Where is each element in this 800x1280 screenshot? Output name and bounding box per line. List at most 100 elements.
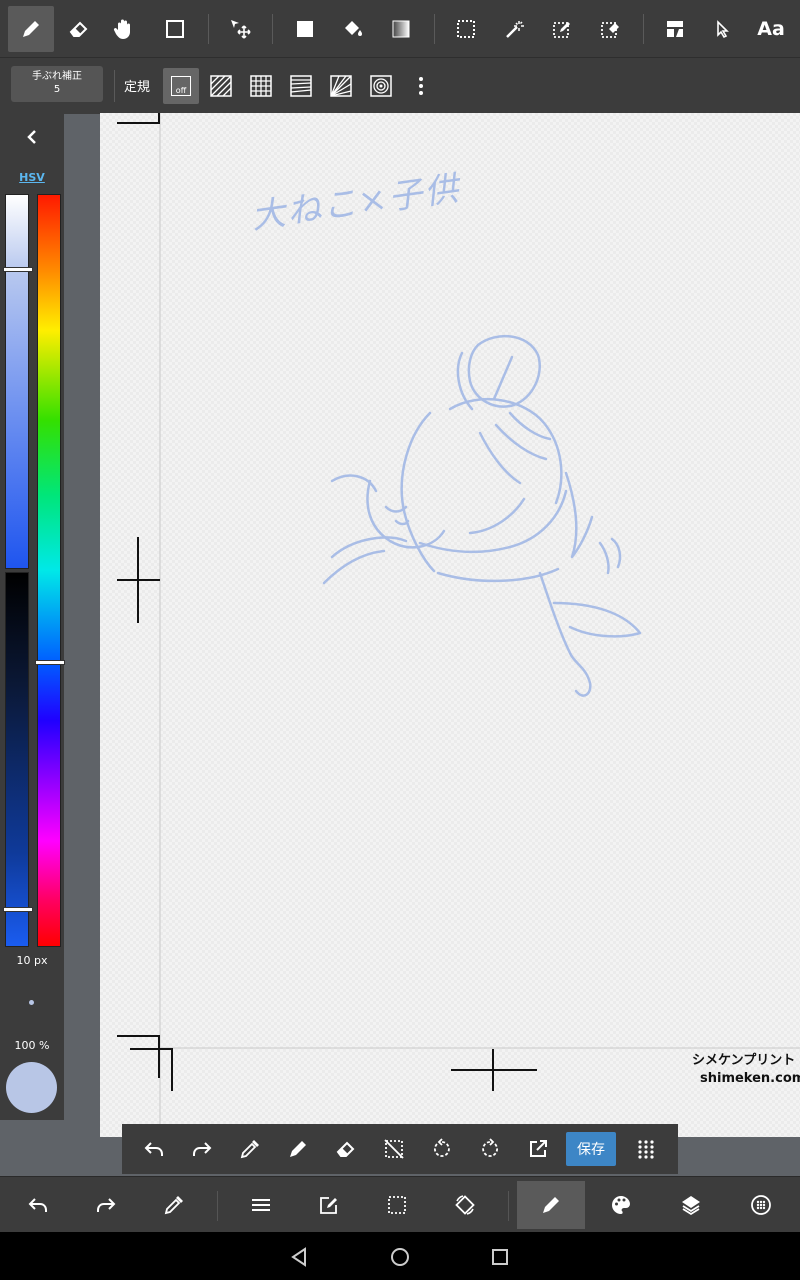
brush-panel-button[interactable] [517,1181,585,1229]
bucket-icon [345,21,362,36]
toolbar-divider [217,1191,218,1221]
eraser-tool-button[interactable] [56,6,102,52]
text-tool-button[interactable]: Aa [748,6,794,52]
ruler-concentric-button[interactable] [363,68,399,104]
rotate-canvas-button[interactable] [441,1181,489,1229]
quick-redo-button[interactable] [182,1129,222,1169]
hue-slider[interactable] [35,194,65,947]
selection-menu-button[interactable] [373,1181,421,1229]
ruler-toolbar: 手ぶれ補正 5 定規 off [0,57,800,114]
bucket-tool-button[interactable] [330,6,376,52]
toolbar-divider [508,1191,509,1221]
brightness-slider[interactable] [3,572,33,947]
layers-button[interactable] [667,1181,715,1229]
menu-icon [252,1199,270,1211]
redo-button[interactable] [82,1181,130,1229]
undo-icon [28,1198,47,1212]
redo-icon [97,1198,116,1212]
color-panel: HSV 10 px 100 % [0,113,65,1120]
operation-tool-button[interactable] [700,6,746,52]
nav-back-button[interactable] [284,1242,314,1272]
quick-pen-button[interactable] [278,1129,318,1169]
current-color-swatch[interactable] [6,1062,57,1113]
more-vert-icon [419,77,423,95]
undo-button[interactable] [14,1181,62,1229]
shape-tool-button[interactable] [152,6,198,52]
pen-icon [23,21,39,37]
top-toolbar: Aa [0,0,800,57]
eyedropper-icon [164,1196,183,1215]
main-menu-button[interactable] [237,1181,285,1229]
ruler-perspective-button[interactable] [283,68,319,104]
quick-bar-settings-button[interactable] [626,1129,666,1169]
color-palette-button[interactable] [597,1181,645,1229]
magic-wand-icon [506,21,524,38]
ruler-parallel-button[interactable] [203,68,239,104]
android-nav-bar [0,1232,800,1280]
quick-rotate-left-button[interactable] [422,1129,462,1169]
eraser-icon [336,1141,355,1157]
move-tool-button[interactable] [217,6,263,52]
nav-home-button[interactable] [385,1242,415,1272]
gradient-tool-button[interactable] [378,6,424,52]
edit-menu-button[interactable] [305,1181,353,1229]
brightness-handle[interactable] [3,907,33,912]
select-rect-icon [457,20,475,38]
rotate-left-icon [434,1138,450,1157]
material-button[interactable] [737,1181,785,1229]
quick-undo-button[interactable] [134,1129,174,1169]
move-icon [231,20,251,39]
radial-ruler-icon [330,75,352,97]
hue-handle[interactable] [35,660,65,665]
select-eraser-tool-button[interactable] [587,6,633,52]
brush-icon [543,1197,559,1213]
select-pen-tool-button[interactable] [539,6,585,52]
pen-tool-button[interactable] [8,6,54,52]
save-button[interactable]: 保存 [566,1132,616,1166]
drawing-canvas[interactable]: 大ねこ×子供 シメケンプリント shimeken.com [100,113,800,1137]
chevron-left-icon [27,130,36,144]
edit-icon [320,1197,337,1214]
layers-icon [682,1196,700,1216]
ruler-label: 定規 [124,80,151,95]
palette-icon [612,1196,630,1214]
collapse-panel-button[interactable] [0,113,64,161]
select-eraser-icon [601,22,619,38]
quick-deselect-button[interactable] [374,1129,414,1169]
opacity-label[interactable]: 100 % [0,1039,64,1052]
ruler-off-button[interactable]: off [163,68,199,104]
toolbar-divider [643,14,644,44]
recents-square-icon [492,1249,508,1265]
quick-share-button[interactable] [518,1129,558,1169]
gradient-icon [392,20,410,38]
frame-tool-button[interactable] [652,6,698,52]
color-mode-toggle[interactable]: HSV [0,171,64,184]
quick-rotate-right-button[interactable] [470,1129,510,1169]
brush-size-label[interactable]: 10 px [0,954,64,967]
select-rect-tool-button[interactable] [443,6,489,52]
grid-ruler-icon [250,75,272,97]
watermark-jp: シメケンプリント [692,1053,796,1068]
eyedropper-button[interactable] [150,1181,198,1229]
saturation-handle[interactable] [3,267,33,272]
pen-icon [290,1141,306,1157]
quick-eraser-button[interactable] [326,1129,366,1169]
quick-eyedropper-button[interactable] [230,1129,270,1169]
ruler-more-button[interactable] [403,68,439,104]
ruler-radial-button[interactable] [323,68,359,104]
select-pen-icon [553,22,570,38]
stabilizer-label: 手ぶれ補正 [32,71,82,82]
magic-wand-tool-button[interactable] [491,6,537,52]
stabilizer-button[interactable]: 手ぶれ補正 5 [11,66,103,102]
back-triangle-icon [291,1247,306,1267]
stabilizer-value: 5 [53,84,61,95]
nav-recents-button[interactable] [485,1242,515,1272]
ruler-grid-button[interactable] [243,68,279,104]
saturation-slider[interactable] [3,194,33,569]
material-icon [751,1195,771,1215]
hand-tool-button[interactable] [101,6,147,52]
text-icon: Aa [757,18,785,40]
selection-icon [388,1196,406,1214]
perspective-ruler-icon [290,75,312,97]
fill-rect-tool-button[interactable] [282,6,328,52]
